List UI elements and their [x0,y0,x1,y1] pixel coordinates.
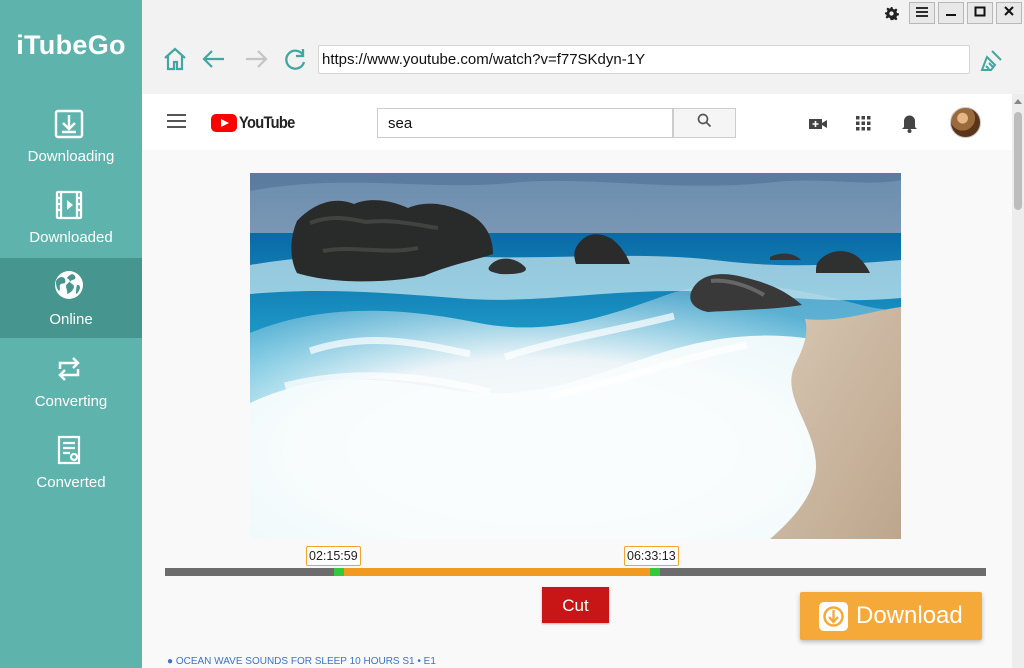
download-box-icon [52,107,86,141]
create-video-icon[interactable] [807,112,829,134]
youtube-play-icon [211,114,237,132]
youtube-search-input[interactable] [377,108,673,138]
search-icon [697,113,712,133]
cut-start-handle[interactable] [334,568,345,576]
user-avatar[interactable] [950,107,981,138]
document-icon [52,433,86,467]
maximize-button[interactable] [967,2,993,24]
download-button-label: Download [856,602,963,629]
youtube-logo[interactable]: YouTube [211,113,304,133]
minimize-button[interactable] [938,2,964,24]
sidebar-item-label: Converted [36,474,106,491]
maximize-icon [974,4,986,22]
film-icon [52,188,86,222]
home-icon[interactable] [161,45,189,73]
sidebar-item-converting[interactable]: Converting [0,346,142,426]
url-field[interactable] [318,45,970,74]
clear-broom-icon[interactable] [978,46,1006,74]
sidebar-item-label: Online [49,311,93,328]
youtube-search-button[interactable] [673,108,736,138]
video-player[interactable] [250,173,901,539]
cut-start-time: 02:15:59 [306,546,361,566]
youtube-header: YouTube [142,94,1012,150]
selected-cut-range [338,568,655,576]
cut-range-track[interactable] [165,568,986,576]
video-episode: S1 • E1 [402,656,436,667]
cut-end-handle[interactable] [650,568,661,576]
sidebar-item-online[interactable]: Online [0,258,142,338]
video-title[interactable]: OCEAN WAVE SOUNDS FOR SLEEP 10 HOURS [176,656,400,667]
sidebar-item-label: Downloaded [29,229,113,246]
hamburger-menu-icon[interactable] [167,114,186,128]
sidebar-item-label: Converting [34,393,108,410]
scroll-thumb[interactable] [1014,112,1022,210]
download-icon [819,602,848,631]
sidebar-item-label: Downloading [27,148,115,165]
video-title-icon: ● [167,656,176,667]
close-button[interactable] [996,2,1022,24]
back-arrow-icon[interactable] [200,45,228,73]
sidebar-item-downloading[interactable]: Downloading [0,101,142,181]
minimize-icon [945,4,957,22]
forward-arrow-icon[interactable] [242,45,270,73]
browser-content: YouTube sea 02:15:59 06:33:13 Cut ● OCEA… [142,94,1012,668]
sea-video-frame [250,173,901,539]
convert-arrows-icon [52,352,86,386]
app-sidebar: iTubeGo Downloading Downloaded Online Co… [0,0,142,668]
sidebar-item-downloaded[interactable]: Downloaded [0,182,142,262]
cut-button[interactable]: Cut [542,587,609,623]
menu-icon [916,4,928,22]
sidebar-item-converted[interactable]: Converted [0,427,142,507]
cut-end-time: 06:33:13 [624,546,679,566]
browser-toolbar [142,26,1024,94]
notification-bell-icon[interactable] [898,112,920,134]
scroll-up-arrow-icon[interactable] [1014,99,1022,104]
globe-icon [52,268,86,302]
refresh-icon[interactable] [281,45,309,73]
video-title-line: ● OCEAN WAVE SOUNDS FOR SLEEP 10 HOURS S… [167,656,436,667]
close-icon [1003,4,1015,22]
youtube-logo-text: YouTube [239,113,295,132]
window-controls [880,2,1022,24]
apps-grid-icon[interactable] [852,112,874,134]
settings-gear-icon[interactable] [880,2,902,24]
download-button[interactable]: Download [800,592,982,640]
menu-button[interactable] [909,2,935,24]
app-logo: iTubeGo [16,30,126,60]
